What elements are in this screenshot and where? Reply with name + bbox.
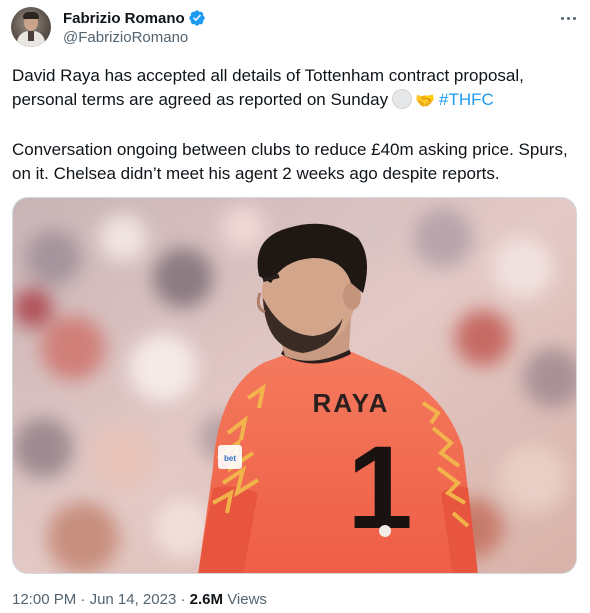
tweet-media[interactable]: RAYA 1 bet — [12, 197, 577, 574]
views-count: 2.6M — [189, 591, 224, 608]
views-label: Views — [227, 591, 267, 608]
white-circle-emoji-icon — [392, 89, 413, 109]
tweet-card: Fabrizio Romano @FabrizioRomano David Ra… — [0, 0, 590, 613]
tweet-time[interactable]: 12:00 PM — [12, 591, 76, 608]
jersey-name-text: RAYA — [313, 388, 390, 418]
meta-separator: · — [180, 591, 186, 608]
handshake-emoji-icon: 🤝 — [415, 93, 436, 110]
avatar-hair — [23, 12, 39, 19]
avatar-tie — [28, 31, 34, 41]
author-avatar[interactable] — [11, 7, 51, 47]
tweet-paragraph-1: David Raya has accepted all details of T… — [12, 64, 580, 114]
author-name-row: Fabrizio Romano — [63, 8, 206, 28]
author-handle[interactable]: @FabrizioRomano — [63, 29, 188, 46]
league-badge-icon — [379, 525, 391, 537]
hashtag-link[interactable]: #THFC — [439, 90, 494, 109]
more-options-icon[interactable] — [556, 8, 580, 28]
tweet-paragraph-2: Conversation ongoing between clubs to re… — [12, 140, 568, 183]
player-photo: RAYA 1 bet — [13, 198, 576, 573]
verified-badge-icon[interactable] — [188, 9, 206, 27]
tweet-text: David Raya has accepted all details of T… — [12, 64, 580, 186]
tweet-meta: 12:00 PM · Jun 14, 2023 · 2.6M Views — [12, 591, 267, 608]
sponsor-badge-text: bet — [224, 454, 236, 463]
meta-separator: · — [80, 591, 86, 608]
author-display-name[interactable]: Fabrizio Romano — [63, 10, 185, 27]
tweet-date[interactable]: Jun 14, 2023 — [90, 591, 177, 608]
